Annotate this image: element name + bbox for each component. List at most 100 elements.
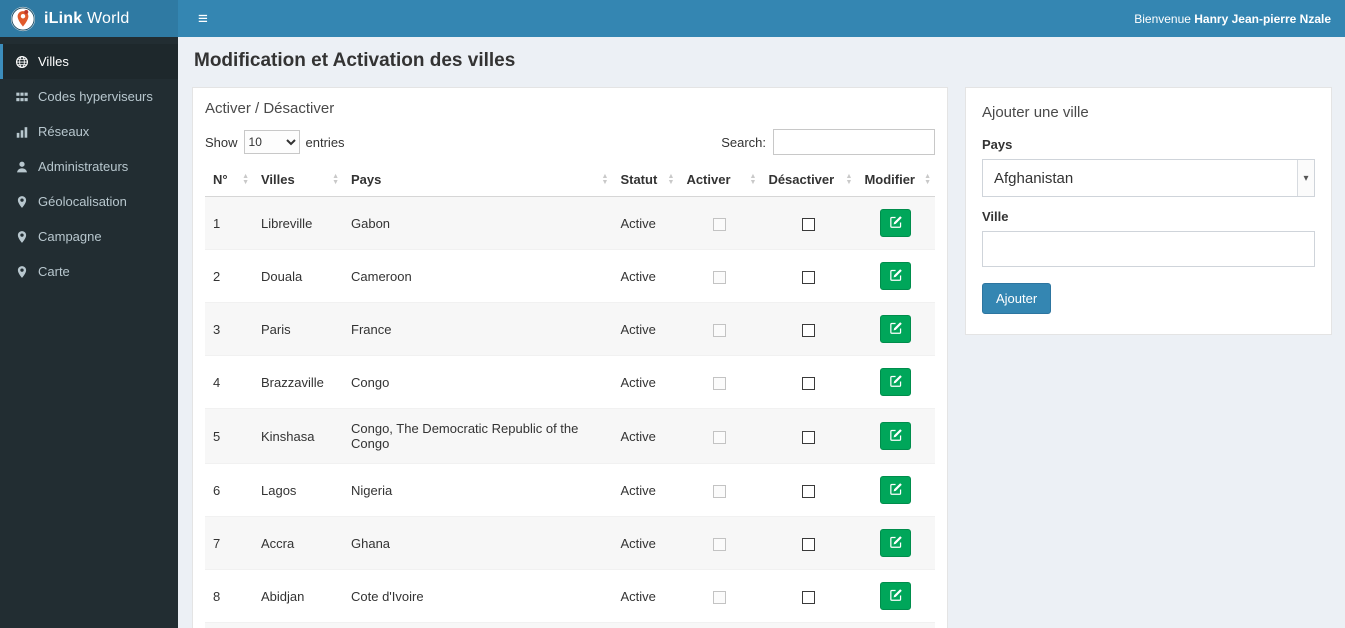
column-header-activer[interactable]: Activer ▲ ▼ [678, 163, 761, 197]
menu-icon[interactable]: ≡ [192, 6, 214, 31]
sort-icon: ▲ ▼ [845, 172, 853, 186]
edit-icon [889, 215, 903, 232]
modifier-button[interactable] [880, 422, 912, 450]
column-header-statut[interactable]: Statut ▲ ▼ [612, 163, 679, 197]
modifier-button[interactable] [880, 582, 912, 610]
modifier-button[interactable] [880, 262, 912, 290]
modifier-button[interactable] [880, 315, 912, 343]
desactiver-checkbox[interactable] [801, 323, 815, 337]
ville-input[interactable] [982, 231, 1315, 267]
cell-activer [678, 516, 761, 570]
cell-num: 5 [205, 408, 253, 464]
column-label: Modifier [864, 172, 915, 187]
cell-pays: Congo, The Democratic Republic of the Co… [343, 408, 613, 464]
column-header-modifier[interactable]: Modifier ▲ ▼ [856, 163, 935, 197]
column-label: Activer [686, 172, 731, 187]
page-length-control: Show 10 entries [205, 130, 345, 154]
cell-activer [678, 569, 761, 623]
modifier-button[interactable] [880, 209, 912, 237]
page-title: Modification et Activation des villes [194, 50, 516, 71]
cell-statut: Active [612, 622, 679, 628]
desactiver-checkbox[interactable] [801, 217, 815, 231]
sidebar-item-administrateurs[interactable]: Administrateurs [0, 149, 178, 184]
map-marker-icon [14, 194, 29, 209]
sort-icon: ▲ ▼ [749, 172, 757, 186]
activer-checkbox[interactable] [712, 590, 726, 604]
sidebar-item-villes[interactable]: Villes [0, 44, 178, 79]
edit-icon [889, 268, 903, 285]
cell-activer [678, 622, 761, 628]
cell-ville: Kinshasa [253, 408, 343, 464]
activer-checkbox[interactable] [712, 430, 726, 444]
column-header-desactiver[interactable]: Désactiver ▲ ▼ [760, 163, 857, 197]
edit-icon [889, 482, 903, 499]
welcome-text: Bienvenue Hanry Jean-pierre Nzale [1134, 11, 1331, 26]
column-header-n[interactable]: N° ▲ ▼ [205, 163, 253, 197]
bar-chart-icon [14, 124, 29, 139]
column-label: Villes [261, 172, 295, 187]
desactiver-checkbox[interactable] [801, 270, 815, 284]
column-header-pays[interactable]: Pays ▲ ▼ [343, 163, 613, 197]
modifier-button[interactable] [880, 476, 912, 504]
search-input[interactable] [773, 129, 935, 155]
edit-icon [889, 588, 903, 605]
cell-statut: Active [612, 569, 679, 623]
main-content: Modification et Activation des villes Ac… [178, 37, 1345, 628]
cell-modifier [856, 569, 935, 623]
table-row: 8 Abidjan Cote d'Ivoire Active [205, 569, 935, 623]
sort-icon: ▲ ▼ [601, 172, 609, 186]
sidebar-item-label: Campagne [38, 229, 102, 244]
activer-checkbox[interactable] [712, 376, 726, 390]
cell-activer [678, 355, 761, 409]
desactiver-checkbox[interactable] [801, 430, 815, 444]
desactiver-checkbox[interactable] [801, 590, 815, 604]
pays-select[interactable]: Afghanistan [982, 159, 1315, 197]
villes-table: N° ▲ ▼ Villes ▲ ▼ Pays ▲ ▼ Statut ▲ ▼ Activer ▲ ▼ Désac… [205, 163, 935, 628]
edit-icon [889, 535, 903, 552]
activer-checkbox[interactable] [712, 270, 726, 284]
cell-ville: Accra [253, 516, 343, 570]
cell-ville: Paris [253, 302, 343, 356]
ajouter-button[interactable]: Ajouter [982, 283, 1052, 314]
sidebar-item-label: Géolocalisation [38, 194, 127, 209]
cell-num: 4 [205, 355, 253, 409]
sort-icon: ▲ ▼ [924, 172, 931, 186]
desactiver-checkbox[interactable] [801, 484, 815, 498]
cell-ville: Douala [253, 249, 343, 303]
cell-modifier [856, 516, 935, 570]
cell-pays: Cameroon [343, 249, 613, 303]
cell-ville: Abidjan [253, 569, 343, 623]
column-header-villes[interactable]: Villes ▲ ▼ [253, 163, 343, 197]
activer-checkbox[interactable] [712, 217, 726, 231]
cell-ville: Libreville [253, 196, 343, 250]
sidebar-item-codes-hyperviseurs[interactable]: Codes hyperviseurs [0, 79, 178, 114]
entries-label: entries [305, 134, 345, 150]
cell-modifier [856, 355, 935, 409]
desactiver-checkbox[interactable] [801, 376, 815, 390]
cell-num: 8 [205, 569, 253, 623]
cell-statut: Active [612, 249, 679, 303]
sidebar-item-reseaux[interactable]: Réseaux [0, 114, 178, 149]
modifier-button[interactable] [880, 368, 912, 396]
sidebar: Villes Codes hyperviseurs Réseaux Administr… [0, 37, 178, 628]
sidebar-item-label: Administrateurs [38, 159, 129, 174]
cell-modifier [856, 302, 935, 356]
cell-ville: Lagos [253, 463, 343, 517]
brand[interactable]: iLink World [0, 0, 178, 37]
sidebar-item-geolocalisation[interactable]: Géolocalisation [0, 184, 178, 219]
cell-modifier [856, 249, 935, 303]
desactiver-checkbox[interactable] [801, 537, 815, 551]
sidebar-item-carte[interactable]: Carte [0, 254, 178, 289]
cell-desactiver [760, 622, 857, 628]
add-ville-panel: Ajouter une ville Pays Afghanistan ▾ Vil… [965, 87, 1332, 335]
user-icon [14, 159, 29, 174]
modifier-button[interactable] [880, 529, 912, 557]
cell-activer [678, 408, 761, 464]
table-controls: Show 10 entries Search: [205, 129, 935, 155]
page-length-select[interactable]: 10 [243, 130, 300, 154]
app-window: iLink World ≡ Bienvenue Hanry Jean-pierr… [0, 0, 1345, 628]
sidebar-item-campagne[interactable]: Campagne [0, 219, 178, 254]
activer-checkbox[interactable] [712, 537, 726, 551]
activer-checkbox[interactable] [712, 484, 726, 498]
activer-checkbox[interactable] [712, 323, 726, 337]
